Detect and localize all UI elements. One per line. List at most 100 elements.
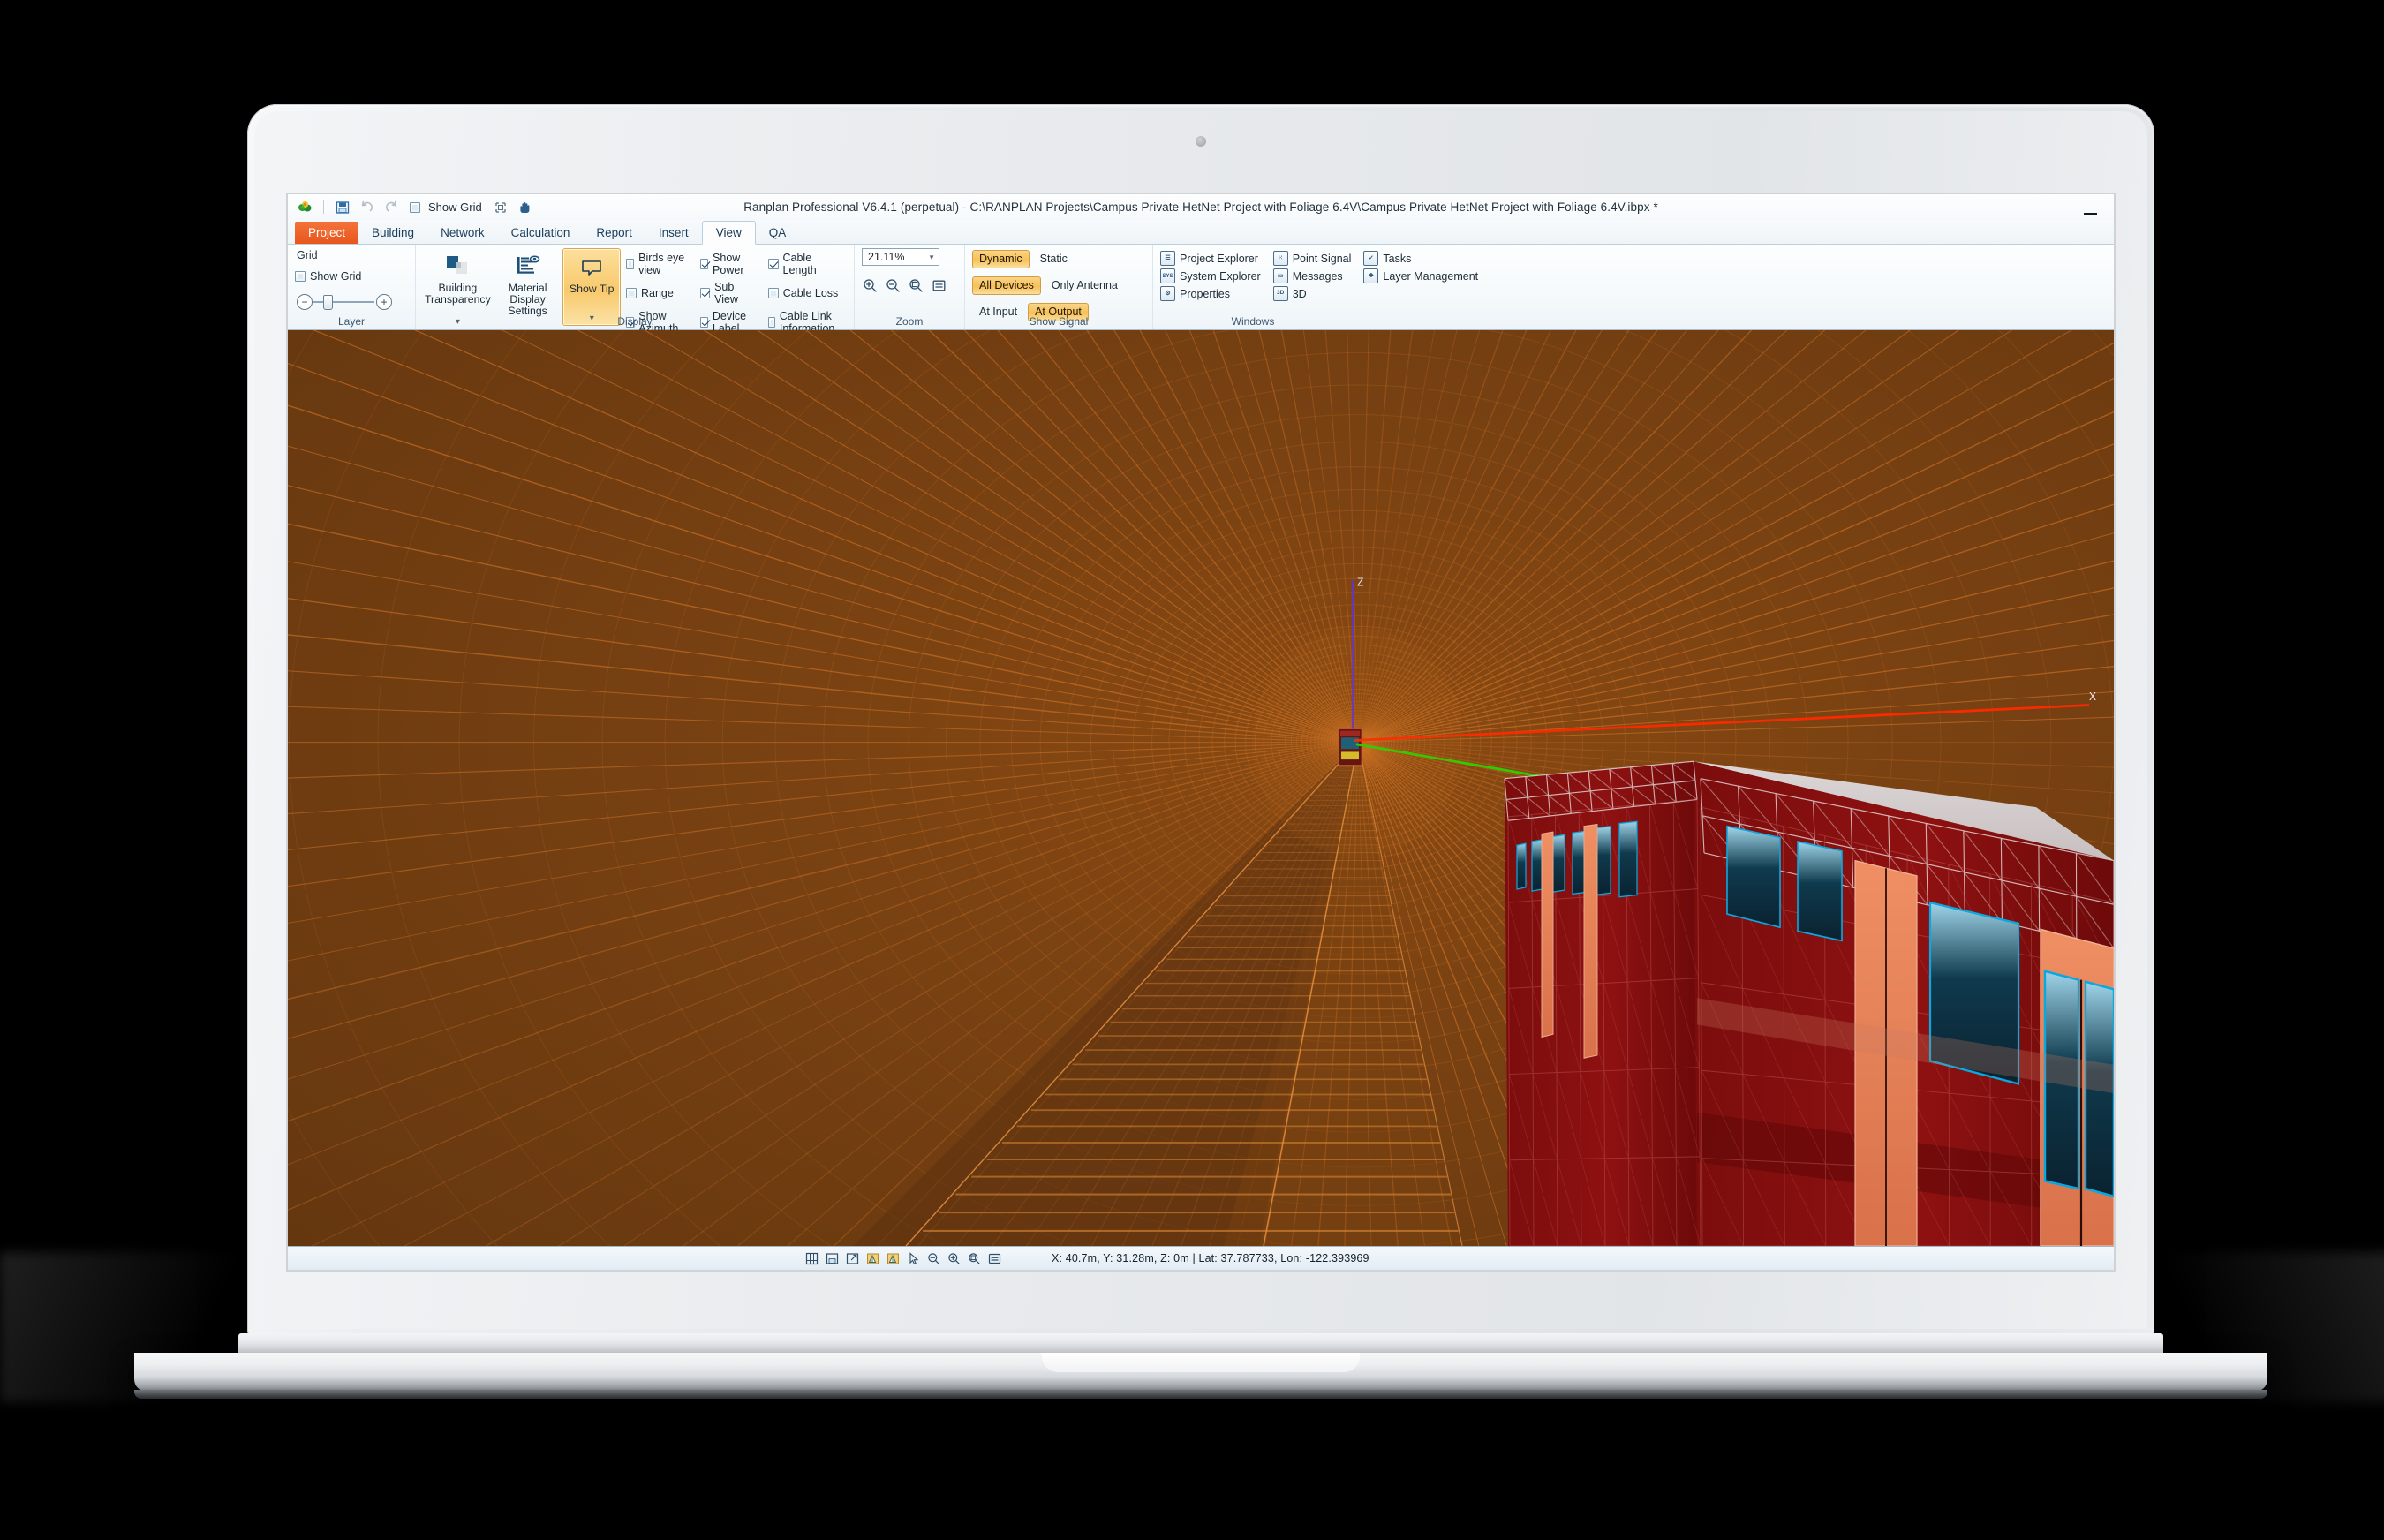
webcam-icon (1196, 136, 1206, 147)
tab-view[interactable]: View (702, 221, 756, 245)
ribbon-group-display: Building Transparency ▾ Material Display… (416, 245, 855, 329)
checkbox-cable-loss[interactable]: Cable Loss (768, 281, 847, 306)
measure-right-icon[interactable] (886, 1251, 901, 1266)
birds-eye-view-checkbox[interactable] (626, 259, 634, 269)
tab-insert[interactable]: Insert (645, 222, 702, 244)
show-tip-label: Show Tip (570, 283, 615, 295)
sub-view-checkbox[interactable] (700, 288, 710, 298)
three-d-label: 3D (1293, 288, 1307, 300)
slider-plus-button[interactable]: + (376, 294, 392, 310)
laptop-mockup: Show Grid Ranplan Professional V6.4.1 (p… (247, 104, 2154, 1371)
status-zoom-selection-icon[interactable] (967, 1251, 982, 1266)
zoom-level-value: 21.11% (868, 251, 904, 263)
grid-label: Grid (297, 249, 318, 261)
quick-access-toolbar: Show Grid Ranplan Professional V6.4.1 (p… (288, 194, 2114, 220)
three-d-icon: 3D (1273, 286, 1288, 301)
zoom-level-select[interactable]: 21.11% ▼ (862, 248, 939, 266)
show-power-checkbox[interactable] (700, 259, 708, 269)
show-tip-button[interactable]: Show Tip ▾ (562, 248, 621, 326)
redo-icon[interactable] (383, 199, 400, 215)
tab-project[interactable]: Project (295, 222, 358, 244)
grid-opacity-slider[interactable]: − + (297, 294, 392, 310)
zoom-fit-icon[interactable] (931, 277, 947, 294)
zoom-group-title: Zoom (855, 315, 964, 328)
checkbox-show-power[interactable]: Show Power (700, 252, 758, 276)
save-view-icon[interactable] (825, 1251, 840, 1266)
ribbon-tab-bar: Project Building Network Calculation Rep… (288, 220, 2114, 245)
display-group-title: Display (416, 315, 854, 328)
checkbox-birds-eye-view[interactable]: Birds eye view (626, 252, 690, 276)
show-grid-checkbox[interactable] (295, 271, 306, 282)
window-item-messages[interactable]: ▭ Messages (1273, 268, 1352, 283)
ribbon-group-zoom: 21.11% ▼ Zoom (855, 245, 965, 329)
measure-left-icon[interactable] (865, 1251, 880, 1266)
signal-only-antenna-button[interactable]: Only Antenna (1045, 276, 1125, 295)
status-zoom-in-icon[interactable] (947, 1251, 962, 1266)
window-item-layer-management[interactable]: ❖ Layer Management (1363, 268, 1478, 283)
material-display-settings-label: Material Display Settings (500, 283, 556, 317)
range-checkbox[interactable] (626, 288, 637, 298)
checkbox-sub-view[interactable]: Sub View (700, 281, 758, 306)
slider-knob[interactable] (323, 295, 333, 310)
hand-pan-icon[interactable] (517, 199, 534, 215)
status-zoom-fit-icon[interactable] (987, 1251, 1002, 1266)
tasks-label: Tasks (1383, 253, 1411, 265)
layer-group-title: Layer (288, 315, 415, 328)
expand-view-icon[interactable] (845, 1251, 860, 1266)
window-item-system-explorer[interactable]: SYS System Explorer (1160, 268, 1261, 283)
axis-z-label: Z (1357, 576, 1364, 589)
undo-icon[interactable] (358, 199, 375, 215)
cable-loss-label: Cable Loss (783, 287, 839, 299)
grid-toggle-icon[interactable] (804, 1251, 819, 1266)
marquee-select-icon[interactable] (493, 199, 509, 215)
ribbon: Grid Show Grid − + Layer Building Transp… (288, 245, 2114, 330)
checkbox-range[interactable]: Range (626, 281, 690, 306)
zoom-selection-icon[interactable] (908, 277, 924, 294)
status-bar: X: 40.7m, Y: 31.28m, Z: 0m | Lat: 37.787… (288, 1246, 2114, 1270)
properties-icon: ⚙ (1160, 286, 1175, 301)
signal-all-devices-button[interactable]: All Devices (972, 276, 1041, 295)
building-transparency-label: Building Transparency (425, 283, 491, 306)
layer-management-label: Layer Management (1383, 270, 1478, 283)
range-label: Range (641, 287, 674, 299)
laptop-screen: Show Grid Ranplan Professional V6.4.1 (p… (288, 194, 2114, 1270)
window-item-point-signal[interactable]: ⁙ Point Signal (1273, 251, 1352, 266)
laptop-base-notch (1042, 1353, 1360, 1372)
coordinate-readout: X: 40.7m, Y: 31.28m, Z: 0m | Lat: 37.787… (1052, 1252, 1369, 1264)
window-item-3d[interactable]: 3D 3D (1273, 286, 1352, 301)
tab-report[interactable]: Report (583, 222, 645, 244)
zoom-out-icon[interactable] (885, 277, 902, 294)
tab-calculation[interactable]: Calculation (498, 222, 584, 244)
slider-minus-button[interactable]: − (297, 294, 313, 310)
signal-dynamic-button[interactable]: Dynamic (972, 250, 1030, 268)
tab-building[interactable]: Building (358, 222, 427, 244)
signal-static-button[interactable]: Static (1033, 250, 1075, 268)
tab-qa[interactable]: QA (756, 222, 800, 244)
cable-loss-checkbox[interactable] (768, 288, 779, 298)
window-item-tasks[interactable]: ✓ Tasks (1363, 251, 1478, 266)
show-grid-row[interactable]: Show Grid (295, 270, 361, 283)
window-item-project-explorer[interactable]: ☰ Project Explorer (1160, 251, 1261, 266)
axis-x-label: X (2089, 691, 2097, 704)
checkbox-cable-length[interactable]: Cable Length (768, 252, 847, 276)
tab-network[interactable]: Network (427, 222, 498, 244)
zoom-in-icon[interactable] (862, 277, 879, 294)
cable-length-checkbox[interactable] (768, 259, 779, 269)
slider-track[interactable] (313, 301, 374, 303)
cable-length-label: Cable Length (783, 252, 847, 276)
save-icon[interactable] (334, 199, 351, 215)
material-display-settings-icon (515, 251, 541, 279)
windows-item-grid: ☰ Project Explorer ⁙ Point Signal ✓ Task… (1160, 248, 1478, 301)
signal-row-scope: All Devices Only Antenna (972, 276, 1125, 295)
minimize-button[interactable] (2078, 200, 2101, 215)
show-grid-label: Show Grid (428, 200, 482, 214)
chevron-down-icon[interactable]: ▼ (928, 253, 935, 261)
window-item-properties[interactable]: ⚙ Properties (1160, 286, 1261, 301)
pointer-icon[interactable] (906, 1251, 921, 1266)
three-d-viewport[interactable]: Z X (288, 330, 2114, 1246)
laptop-lid: Show Grid Ranplan Professional V6.4.1 (p… (247, 104, 2154, 1336)
status-zoom-out-icon[interactable] (926, 1251, 941, 1266)
project-explorer-icon: ☰ (1160, 251, 1175, 266)
show-grid-row-label: Show Grid (310, 270, 361, 283)
show-grid-icon[interactable] (410, 202, 420, 213)
